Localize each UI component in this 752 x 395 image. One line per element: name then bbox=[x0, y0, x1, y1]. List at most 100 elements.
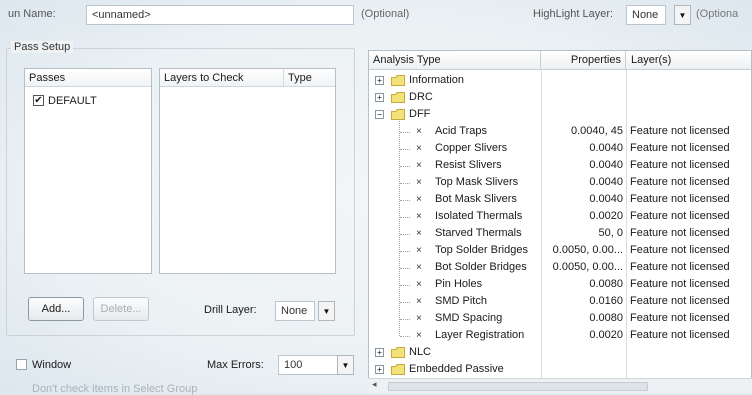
drill-layer-dropdown-button[interactable]: ▼ bbox=[318, 301, 335, 321]
analysis-item-properties[interactable]: 0.0040 bbox=[543, 191, 623, 208]
analysis-group-row[interactable]: + Information bbox=[369, 72, 751, 89]
analysis-item-properties[interactable]: 50, 0 bbox=[543, 225, 623, 242]
analysis-item-layers[interactable]: Feature not licensed bbox=[630, 157, 751, 174]
analysis-item-row[interactable]: × SMD Spacing 0.0080 Feature not licensed bbox=[369, 310, 751, 327]
analysis-group-row[interactable]: − DFF bbox=[369, 106, 751, 123]
analysis-item-row[interactable]: × Starved Thermals 50, 0 Feature not licens… bbox=[369, 225, 751, 242]
x-mark-icon: × bbox=[416, 296, 422, 307]
x-mark-icon: × bbox=[416, 194, 422, 205]
layers-header[interactable]: Layer(s) bbox=[627, 51, 751, 70]
analysis-item-properties[interactable]: 0.0020 bbox=[543, 208, 623, 225]
expand-icon[interactable]: + bbox=[375, 348, 384, 357]
chevron-down-icon: ▼ bbox=[322, 306, 331, 316]
scrollbar-thumb[interactable] bbox=[388, 382, 648, 391]
analysis-item-properties[interactable]: 0.0020 bbox=[543, 327, 623, 344]
chevron-down-icon: ▼ bbox=[341, 360, 350, 370]
analysis-item-row[interactable]: × Top Mask Slivers 0.0040 Feature not licen… bbox=[369, 174, 751, 191]
analysis-item-row[interactable]: × Top Solder Bridges 0.0050, 0.00... Featur… bbox=[369, 242, 751, 259]
analysis-item-layers[interactable]: Feature not licensed bbox=[630, 191, 751, 208]
analysis-item-label: Layer Registration bbox=[435, 329, 525, 341]
analysis-group-row[interactable]: + Embedded Passive bbox=[369, 361, 751, 378]
highlight-layer-dropdown-button[interactable]: ▼ bbox=[674, 5, 691, 25]
analysis-item-layers[interactable]: Feature not licensed bbox=[630, 140, 751, 157]
window-checkbox[interactable] bbox=[16, 359, 27, 370]
analysis-item-properties[interactable]: 0.0160 bbox=[543, 293, 623, 310]
folder-icon bbox=[391, 364, 405, 375]
tree-branch-line bbox=[400, 319, 410, 320]
analysis-item-row[interactable]: × Bot Solder Bridges 0.0050, 0.00... Featur… bbox=[369, 259, 751, 276]
collapse-icon[interactable]: − bbox=[375, 110, 384, 119]
analysis-item-layers[interactable]: Feature not licensed bbox=[630, 293, 751, 310]
analysis-item-layers[interactable]: Feature not licensed bbox=[630, 242, 751, 259]
analysis-item-properties[interactable]: 0.0080 bbox=[543, 276, 623, 293]
dont-check-select-group-label[interactable]: Don't check items in Select Group bbox=[32, 383, 197, 395]
highlight-optional-hint: (Optiona bbox=[696, 8, 739, 20]
analysis-item-row[interactable]: × Pin Holes 0.0080 Feature not licensed bbox=[369, 276, 751, 293]
analysis-item-properties[interactable]: 0.0080 bbox=[543, 310, 623, 327]
passes-header: Passes bbox=[29, 72, 66, 84]
analysis-item-label: Isolated Thermals bbox=[435, 210, 523, 222]
analysis-item-layers[interactable]: Feature not licensed bbox=[630, 123, 751, 140]
expand-icon[interactable]: + bbox=[375, 93, 384, 102]
x-mark-icon: × bbox=[416, 143, 422, 154]
type-header: Type bbox=[288, 72, 312, 84]
analysis-group-label: DFF bbox=[409, 108, 431, 120]
highlight-layer-combo[interactable]: None bbox=[626, 5, 666, 25]
analysis-item-layers[interactable]: Feature not licensed bbox=[630, 225, 751, 242]
drill-layer-combo[interactable]: None bbox=[275, 301, 315, 321]
folder-icon bbox=[391, 75, 405, 86]
analysis-item-label: Copper Slivers bbox=[435, 142, 508, 154]
analysis-item-properties[interactable]: 0.0040 bbox=[543, 157, 623, 174]
analysis-item-row[interactable]: × Acid Traps 0.0040, 45 Feature not license… bbox=[369, 123, 751, 140]
analysis-group-row[interactable]: + NLC bbox=[369, 344, 751, 361]
analysis-item-layers[interactable]: Feature not licensed bbox=[630, 327, 751, 344]
max-errors-dropdown-button[interactable]: ▼ bbox=[337, 355, 354, 375]
max-errors-combo[interactable]: 100 bbox=[278, 355, 338, 375]
analysis-grid-header: Analysis Type Properties Layer(s) bbox=[369, 51, 751, 70]
analysis-item-properties[interactable]: 0.0050, 0.00... bbox=[543, 259, 623, 276]
horizontal-scrollbar[interactable]: ◂ bbox=[368, 378, 752, 393]
analysis-type-grid[interactable]: Analysis Type Properties Layer(s) + Infor… bbox=[368, 50, 752, 393]
analysis-item-label: Starved Thermals bbox=[435, 227, 522, 239]
analysis-item-row[interactable]: × Resist Slivers 0.0040 Feature not license… bbox=[369, 157, 751, 174]
analysis-type-header[interactable]: Analysis Type bbox=[369, 51, 541, 70]
add-pass-button[interactable]: Add... bbox=[28, 297, 84, 321]
delete-pass-button[interactable]: Delete... bbox=[93, 297, 149, 321]
layers-to-check-list[interactable]: Layers to Check Type bbox=[159, 68, 336, 274]
analysis-item-properties[interactable]: 0.0040 bbox=[543, 174, 623, 191]
analysis-item-properties[interactable]: 0.0040, 45 bbox=[543, 123, 623, 140]
analysis-item-row[interactable]: × Bot Mask Slivers 0.0040 Feature not licen… bbox=[369, 191, 751, 208]
x-mark-icon: × bbox=[416, 279, 422, 290]
analysis-item-label: SMD Spacing bbox=[435, 312, 503, 324]
analysis-item-layers[interactable]: Feature not licensed bbox=[630, 276, 751, 293]
expand-icon[interactable]: + bbox=[375, 76, 384, 85]
analysis-item-layers[interactable]: Feature not licensed bbox=[630, 174, 751, 191]
analysis-group-row[interactable]: + DRC bbox=[369, 89, 751, 106]
tree-branch-line bbox=[400, 336, 410, 337]
x-mark-icon: × bbox=[416, 313, 422, 324]
analysis-item-label: Top Mask Slivers bbox=[435, 176, 519, 188]
analysis-item-layers[interactable]: Feature not licensed bbox=[630, 259, 751, 276]
checkbox-checked-icon[interactable]: ✔ bbox=[33, 95, 44, 106]
expand-icon[interactable]: + bbox=[375, 365, 384, 374]
pass-item-label: DEFAULT bbox=[48, 95, 97, 107]
analysis-item-properties[interactable]: 0.0050, 0.00... bbox=[543, 242, 623, 259]
analysis-item-layers[interactable]: Feature not licensed bbox=[630, 208, 751, 225]
properties-header[interactable]: Properties bbox=[541, 51, 626, 70]
x-mark-icon: × bbox=[416, 160, 422, 171]
analysis-item-label: Acid Traps bbox=[435, 125, 487, 137]
analysis-item-properties[interactable]: 0.0040 bbox=[543, 140, 623, 157]
tree-branch-line bbox=[400, 234, 410, 235]
analysis-item-row[interactable]: × Copper Slivers 0.0040 Feature not license… bbox=[369, 140, 751, 157]
analysis-item-label: Bot Solder Bridges bbox=[435, 261, 527, 273]
analysis-item-layers[interactable]: Feature not licensed bbox=[630, 310, 751, 327]
analysis-item-row[interactable]: × Layer Registration 0.0020 Feature not lic… bbox=[369, 327, 751, 344]
scroll-left-icon[interactable]: ◂ bbox=[372, 379, 377, 390]
tree-branch-line bbox=[400, 285, 410, 286]
run-name-input[interactable]: <unnamed> bbox=[86, 5, 354, 25]
analysis-item-row[interactable]: × SMD Pitch 0.0160 Feature not licensed bbox=[369, 293, 751, 310]
max-errors-label: Max Errors: bbox=[207, 359, 264, 371]
pass-item-default[interactable]: ✔ DEFAULT bbox=[33, 93, 143, 109]
passes-list[interactable]: Passes ✔ DEFAULT bbox=[24, 68, 152, 274]
analysis-item-row[interactable]: × Isolated Thermals 0.0020 Feature not lice… bbox=[369, 208, 751, 225]
